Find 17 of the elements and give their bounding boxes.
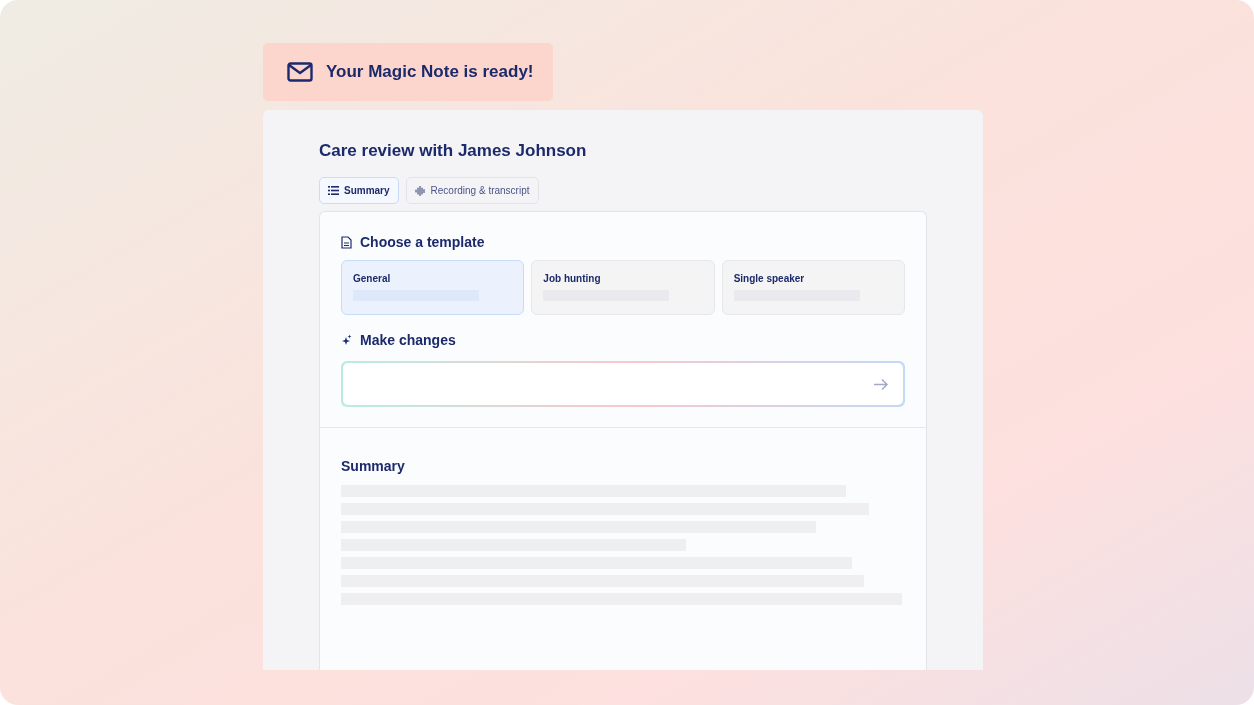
list-icon (328, 186, 339, 195)
waveform-icon (414, 185, 426, 196)
input-field[interactable] (341, 361, 905, 407)
section-heading: Summary (341, 458, 406, 474)
template-option[interactable]: Single speaker (721, 260, 905, 315)
note-title: Care review with James Johnson (319, 141, 588, 162)
section-heading: Make changes (360, 332, 456, 348)
tab[interactable]: Recording & transcript (405, 177, 539, 204)
envelope-icon (287, 62, 313, 82)
arrow-icon (873, 377, 889, 391)
section-heading: Choose a template (360, 234, 485, 250)
tab[interactable]: Summary (319, 177, 399, 204)
notification-message: Your Magic Note is ready! (326, 62, 534, 82)
document-icon (341, 235, 352, 249)
sparkle-icon (341, 334, 352, 346)
template-option[interactable]: General (341, 260, 525, 315)
template-option[interactable]: Job hunting (531, 260, 715, 315)
